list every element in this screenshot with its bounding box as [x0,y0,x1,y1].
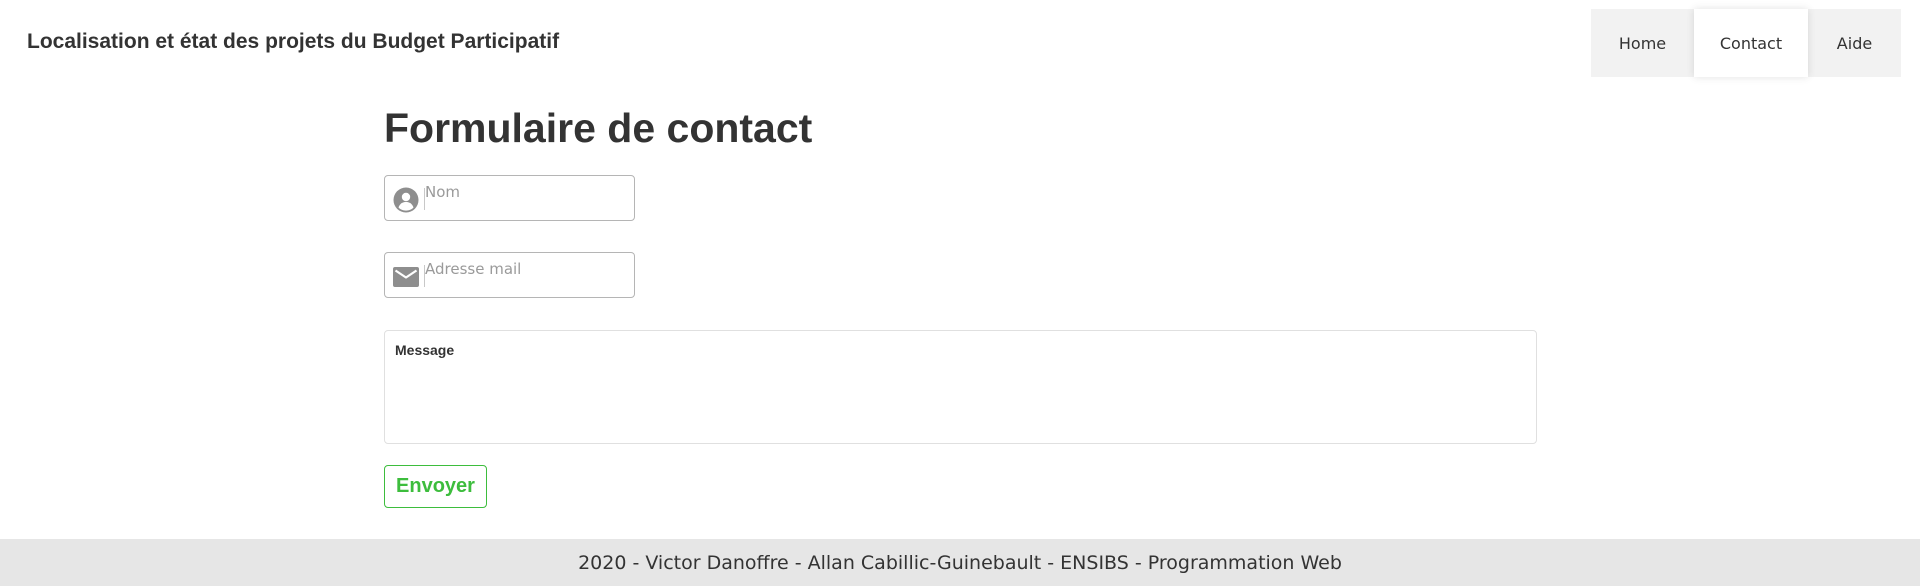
message-label: Message [395,342,455,358]
email-input[interactable] [425,257,625,281]
message-textarea[interactable] [395,363,1525,437]
page-title: Formulaire de contact [384,105,813,151]
message-field-wrapper: Message [384,330,1537,444]
footer: 2020 - Victor Danoffre - Allan Cabillic-… [0,539,1920,586]
user-icon [393,187,419,213]
name-field-wrapper [384,175,635,221]
footer-credits: 2020 - Victor Danoffre - Allan Cabillic-… [578,551,1342,574]
nav-item-home[interactable]: Home [1591,9,1694,77]
nav-item-aide[interactable]: Aide [1808,9,1901,77]
name-input[interactable] [425,180,625,204]
page: Localisation et état des projets du Budg… [0,0,1920,586]
site-title: Localisation et état des projets du Budg… [27,30,560,53]
email-field-wrapper [384,252,635,298]
nav-item-contact[interactable]: Contact [1694,9,1808,77]
main-nav: Home Contact Aide [1591,9,1901,77]
send-button[interactable]: Envoyer [384,465,487,508]
envelope-icon [393,264,419,290]
